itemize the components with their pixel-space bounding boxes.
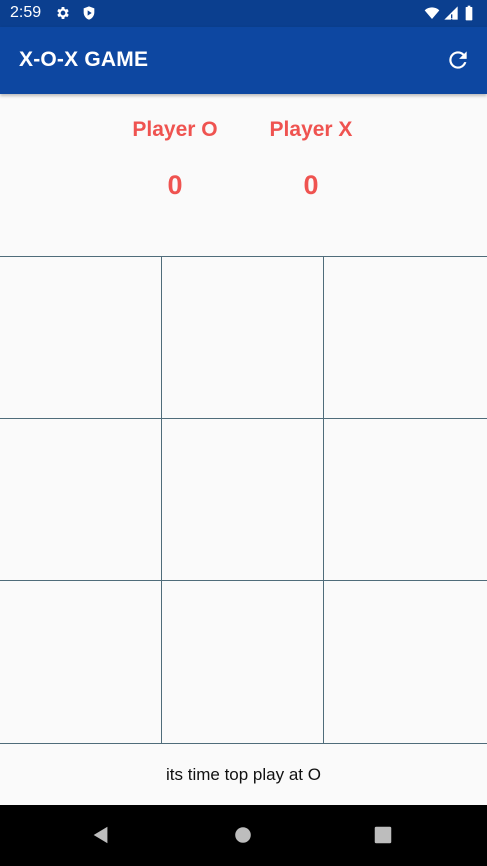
board-cell-1[interactable] [0, 256, 163, 420]
refresh-button[interactable] [445, 47, 471, 73]
board-cell-9[interactable] [323, 580, 487, 744]
board-cell-3[interactable] [323, 256, 487, 420]
gear-icon [55, 5, 71, 21]
scoreboard: Player O Player X 0 0 [0, 94, 487, 257]
status-time: 2:59 [10, 4, 42, 21]
turn-message: its time top play at O [166, 765, 321, 784]
home-button[interactable] [232, 824, 254, 846]
player-x-label: Player X [269, 118, 353, 141]
game-board [0, 256, 487, 744]
app-title: X-O-X GAME [19, 48, 149, 71]
refresh-icon [449, 51, 467, 69]
player-o-label: Player O [132, 118, 218, 141]
system-nav-bar [0, 805, 487, 866]
recents-icon [374, 826, 392, 844]
home-icon [235, 827, 251, 843]
battery-icon [463, 5, 475, 21]
wifi-icon [424, 5, 440, 21]
signal-icon [443, 5, 459, 21]
app-bar: X-O-X GAME [0, 27, 487, 94]
back-button[interactable] [90, 824, 112, 846]
status-bar: 2:59 [0, 0, 487, 27]
board-cell-7[interactable] [0, 580, 163, 744]
player-x-score: 0 [303, 170, 319, 200]
shield-play-icon [81, 5, 97, 21]
board-cell-5[interactable] [161, 418, 325, 582]
board-cell-8[interactable] [161, 580, 325, 744]
board-cell-4[interactable] [0, 418, 163, 582]
recents-button[interactable] [372, 824, 394, 846]
app-screen: 2:59 X-O-X GAME Player O Player X 0 0 it… [0, 0, 487, 866]
back-icon [93, 826, 108, 844]
board-cell-6[interactable] [323, 418, 487, 582]
board-cell-2[interactable] [161, 256, 325, 420]
player-o-score: 0 [167, 170, 183, 200]
